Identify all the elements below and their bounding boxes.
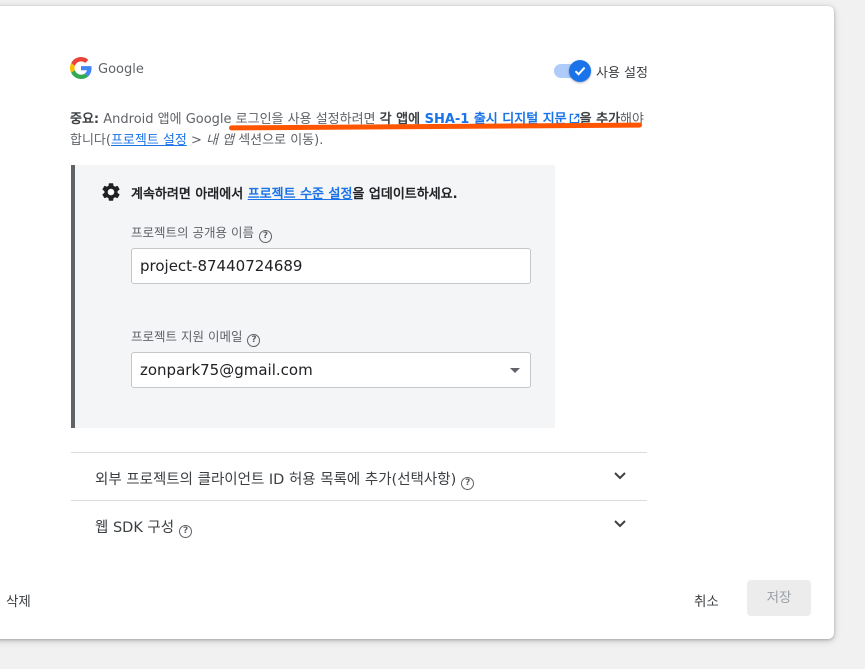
enable-toggle[interactable]	[554, 60, 591, 82]
help-icon[interactable]: ?	[179, 525, 193, 538]
project-settings-link[interactable]: 프로젝트 설정	[111, 133, 187, 148]
cancel-button[interactable]: 취소	[694, 590, 719, 610]
support-email-select[interactable]: zonpark75@gmail.com	[131, 352, 531, 388]
notice-lead: 중요:	[70, 112, 100, 127]
public-name-label: 프로젝트의 공개용 이름?	[131, 222, 272, 243]
help-icon[interactable]: ?	[258, 230, 272, 243]
section-label-text: 외부 프로젝트의 클라이언트 ID 허용 목록에 추가(선택사항)	[95, 472, 457, 488]
section-label-text: 웹 SDK 구성	[95, 520, 175, 536]
project-level-settings-link[interactable]: 프로젝트 수준 설정	[248, 187, 353, 202]
public-name-label-text: 프로젝트의 공개용 이름	[131, 225, 254, 240]
public-name-input[interactable]: project-87440724689	[131, 248, 531, 284]
dropdown-arrow-icon	[510, 368, 520, 373]
panel-title-prefix: 계속하려면 아래에서	[131, 187, 248, 202]
delete-button[interactable]: 삭제	[6, 590, 31, 610]
notice-italic: 내 앱	[206, 133, 235, 148]
sha1-notice: 중요: Android 앱에 Google 로그인을 사용 설정하려면 각 앱에…	[70, 109, 646, 151]
panel-title-suffix: 을 업데이트하세요.	[352, 187, 458, 202]
support-email-label: 프로젝트 지원 이메일?	[131, 326, 261, 347]
web-sdk-config-section[interactable]: 웹 SDK 구성?	[71, 500, 647, 549]
project-settings-panel	[71, 165, 555, 428]
section-label: 웹 SDK 구성?	[95, 516, 193, 538]
gear-icon	[102, 183, 120, 201]
toggle-knob	[569, 60, 591, 82]
chevron-down-icon	[614, 472, 626, 480]
notice-text-4: 섹션으로 이동).	[234, 133, 324, 148]
support-email-label-text: 프로젝트 지원 이메일	[131, 329, 243, 344]
google-logo-icon	[70, 57, 92, 79]
client-id-whitelist-section[interactable]: 외부 프로젝트의 클라이언트 ID 허용 목록에 추가(선택사항)?	[71, 452, 647, 501]
panel-title: 계속하려면 아래에서 프로젝트 수준 설정을 업데이트하세요.	[131, 183, 458, 202]
support-email-value: zonpark75@gmail.com	[140, 361, 313, 379]
help-icon[interactable]: ?	[461, 477, 475, 490]
save-button[interactable]: 저장	[747, 580, 811, 616]
chevron-down-icon	[614, 520, 626, 528]
notice-text-3: >	[186, 133, 207, 148]
enable-toggle-label: 사용 설정	[596, 66, 648, 81]
help-icon[interactable]: ?	[247, 334, 261, 347]
check-icon	[574, 66, 586, 76]
provider-name: Google	[98, 62, 144, 77]
section-label: 외부 프로젝트의 클라이언트 ID 허용 목록에 추가(선택사항)?	[95, 468, 475, 490]
